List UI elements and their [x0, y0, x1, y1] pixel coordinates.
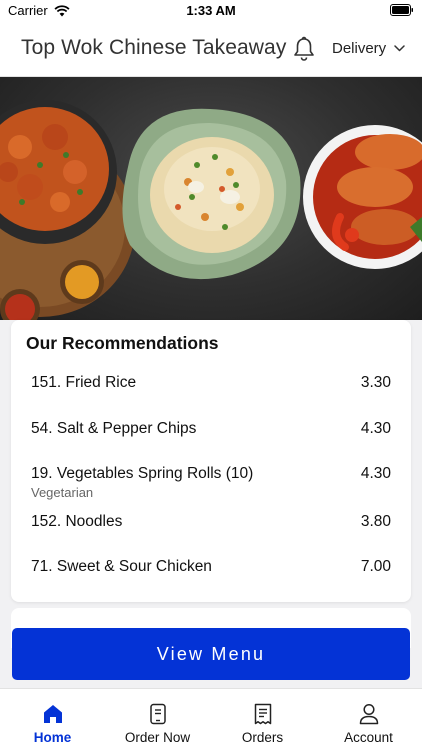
recommendations-title: Our Recommendations: [26, 333, 219, 353]
tab-orders[interactable]: Orders: [210, 689, 315, 750]
item-name: 151. Fried Rice: [31, 374, 137, 391]
recommendation-item[interactable]: 152. Noodles 3.80: [31, 513, 391, 531]
account-icon: [359, 703, 378, 725]
restaurant-title: Top Wok Chinese Takeaway: [21, 36, 287, 59]
item-price: 7.00: [360, 558, 391, 575]
battery-icon: [390, 4, 414, 19]
item-price: 4.30: [360, 420, 391, 437]
item-price: 4.30: [360, 465, 391, 482]
delivery-mode-selector[interactable]: Delivery: [332, 40, 405, 57]
delivery-mode-label: Delivery: [332, 40, 387, 57]
app-header: Top Wok Chinese Takeaway Delivery: [0, 22, 422, 77]
recommendation-item[interactable]: 71. Sweet & Sour Chicken 7.00: [31, 558, 391, 576]
recommendations-card: Our Recommendations 151. Fried Rice 3.30…: [11, 320, 411, 602]
home-icon: [43, 705, 62, 723]
view-menu-button[interactable]: View Menu: [12, 628, 410, 680]
item-price: 3.80: [360, 513, 391, 530]
status-time: 1:33 AM: [186, 3, 236, 18]
receipt-icon: [254, 703, 271, 725]
status-bar: Carrier 1:33 AM: [0, 0, 422, 22]
recommendation-item[interactable]: 54. Salt & Pepper Chips 4.30: [31, 420, 391, 438]
hero-food-image: [0, 77, 422, 320]
chevron-down-icon: [394, 45, 405, 52]
bottom-tab-bar: Home Order Now Orders Account: [0, 688, 422, 750]
notification-bell-icon[interactable]: [292, 36, 316, 62]
tab-label: Account: [344, 730, 393, 745]
tab-home[interactable]: Home: [0, 689, 105, 750]
item-name: 152. Noodles: [31, 513, 123, 530]
tab-label: Orders: [241, 730, 284, 745]
tab-label: Home: [33, 730, 72, 745]
recommendation-item[interactable]: 19. Vegetables Spring Rolls (10) 4.30 Ve…: [31, 465, 391, 500]
tab-account[interactable]: Account: [316, 689, 421, 750]
item-name: 19. Vegetables Spring Rolls (10): [31, 465, 254, 482]
recommendation-item[interactable]: 151. Fried Rice 3.30: [31, 374, 391, 392]
tab-label: Order Now: [124, 730, 191, 745]
item-name: 54. Salt & Pepper Chips: [31, 420, 197, 437]
item-dietary-note: Vegetarian: [31, 485, 94, 500]
tab-order-now[interactable]: Order Now: [105, 689, 210, 750]
item-name: 71. Sweet & Sour Chicken: [31, 558, 212, 575]
item-price: 3.30: [360, 374, 391, 391]
order-now-icon: [149, 703, 166, 725]
